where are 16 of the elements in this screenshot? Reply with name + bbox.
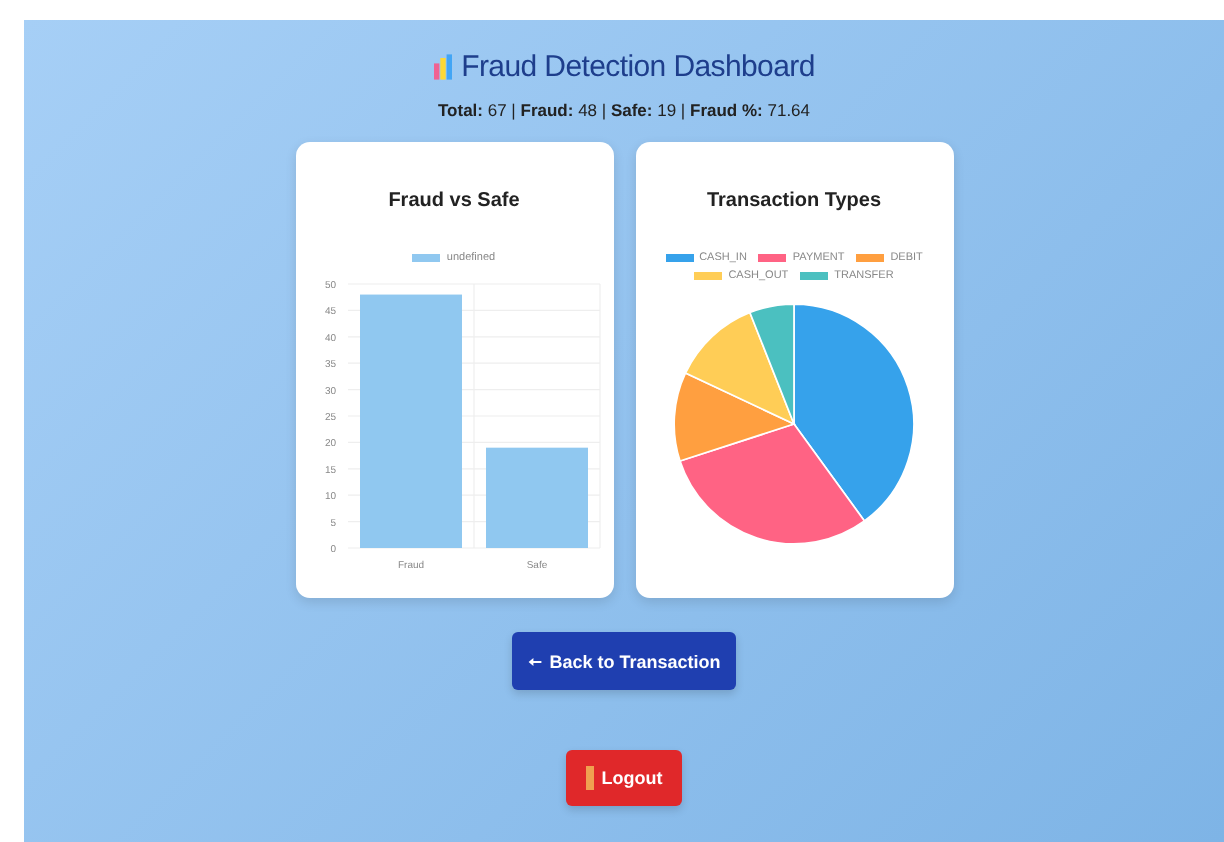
back-button[interactable]: Back to Transaction — [511, 632, 737, 690]
legend-swatch — [800, 272, 829, 280]
legend-swatch — [694, 272, 723, 280]
legend-swatch — [665, 254, 694, 262]
legend-swatch — [856, 254, 885, 262]
legend-swatch — [758, 254, 787, 262]
logout-button[interactable]: Logout — [565, 750, 683, 806]
summary-stats: Total: 67 | Fraud: 48 | Safe: 19 | Fraud %: 71.64 — [437, 100, 811, 120]
chart-title: Transaction Types — [706, 190, 882, 212]
legend-swatch — [412, 254, 441, 262]
door-icon — [585, 766, 594, 790]
bar-chart-icon — [433, 53, 452, 79]
dashboard-title: Fraud Detection Dashboard — [461, 49, 815, 83]
chart-title: Fraud vs Safe — [388, 190, 520, 212]
bar — [486, 447, 588, 548]
left-arrow-icon — [527, 657, 542, 665]
